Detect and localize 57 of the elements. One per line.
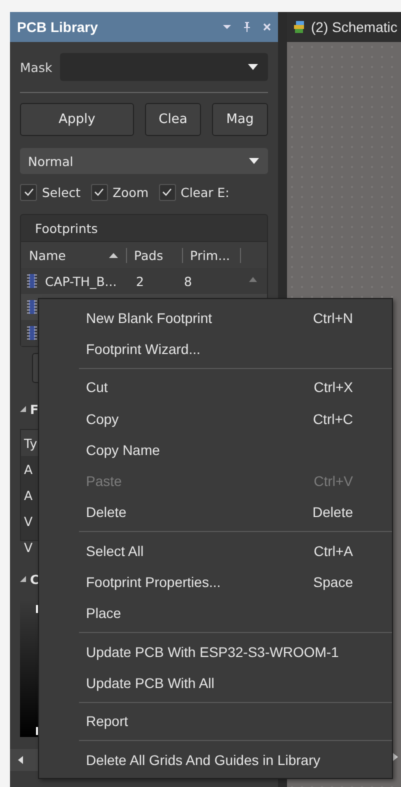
checkbox-label: Select	[42, 184, 81, 200]
menu-item[interactable]: Cut Ctrl+X	[39, 372, 392, 403]
menu-item[interactable]: Select All Ctrl+A	[39, 535, 392, 566]
table-cell: A	[24, 462, 33, 476]
menu-item[interactable]: Update PCB With ESP32-S3-WROOM-1	[39, 636, 392, 668]
menu-item[interactable]: Footprint Wizard...	[39, 333, 392, 365]
table-cell-text: 8	[184, 274, 193, 288]
pin-icon[interactable]	[243, 22, 251, 32]
mode-dropdown[interactable]: Normal	[20, 148, 268, 174]
menu-item[interactable]: Footprint Properties... Space	[39, 566, 392, 598]
column-header[interactable]: Prim...	[182, 248, 241, 262]
menu-item[interactable]: Delete All Grids And Guides in Library	[39, 744, 392, 776]
mask-field[interactable]	[60, 53, 268, 81]
panel-button[interactable]: Clea	[145, 103, 201, 136]
close-icon[interactable]	[263, 23, 271, 31]
scroll-left-icon[interactable]	[18, 756, 23, 764]
collapse-icon[interactable]	[20, 406, 26, 412]
menu-item[interactable]: Delete Delete	[39, 496, 392, 528]
scroll-up-icon[interactable]	[249, 277, 257, 282]
mask-label: Mask	[20, 60, 54, 74]
footprint-icon	[27, 300, 37, 314]
checkbox[interactable]	[90, 184, 108, 200]
dropdown-icon	[248, 64, 258, 70]
group-title: Footprints	[35, 220, 98, 236]
menu-item[interactable]: Update PCB With All	[39, 667, 392, 699]
column-header[interactable]: Pads	[126, 248, 182, 262]
check-icon	[94, 188, 104, 196]
table-cell: V	[24, 514, 33, 528]
checkbox-label: Clear E:	[180, 184, 230, 200]
column-header[interactable]: Ty	[24, 436, 38, 450]
checkbox[interactable]	[20, 184, 37, 200]
footprint-icon	[27, 274, 37, 288]
checkbox-label: Zoom	[112, 184, 149, 200]
footprint-icon	[27, 326, 37, 340]
panel-button[interactable]: Apply	[20, 103, 134, 136]
panel-button[interactable]: Mag	[212, 103, 268, 136]
panel-title: PCB Library	[17, 19, 99, 35]
menu-item[interactable]: New Blank Footprint Ctrl+N	[39, 302, 392, 334]
table-cell: V	[24, 540, 33, 554]
section-title: F	[30, 402, 39, 416]
column-header[interactable]: Name	[21, 248, 109, 262]
check-icon	[162, 188, 172, 196]
dropdown-icon	[249, 158, 259, 164]
sort-ascending-icon	[109, 252, 118, 258]
menu-item[interactable]: Place	[39, 598, 392, 629]
table-cell: A	[24, 488, 33, 502]
menu-item[interactable]: Report	[39, 706, 392, 737]
collapse-icon[interactable]	[20, 576, 26, 582]
checkbox[interactable]	[158, 184, 176, 200]
dropdown-icon[interactable]	[223, 24, 231, 30]
menu-item[interactable]: Copy Ctrl+C	[39, 402, 392, 434]
schematic-icon	[293, 21, 305, 33]
table-cell-text: CAP-TH_B...	[45, 274, 118, 288]
section-title: C	[30, 572, 40, 586]
check-icon	[24, 188, 34, 196]
table-cell-text: 2	[135, 274, 145, 288]
menu-item[interactable]: Copy Name	[39, 434, 392, 466]
